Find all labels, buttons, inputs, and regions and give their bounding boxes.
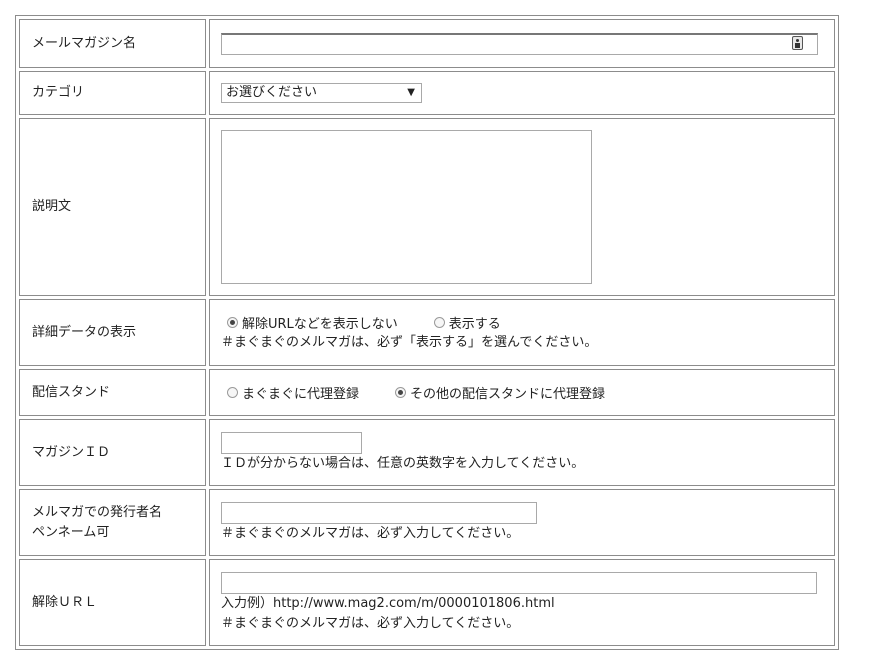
category-select[interactable]: お選びください ▼	[221, 83, 422, 103]
label-unsubscribe-url: 解除ＵＲＬ	[19, 559, 206, 646]
unsubscribe-url-example: 入力例）http://www.mag2.com/m/0000101806.htm…	[221, 595, 555, 611]
label-detail-display: 詳細データの表示	[19, 299, 206, 366]
distribution-stand-options: まぐまぐに代理登録 その他の配信スタンドに代理登録	[221, 383, 818, 403]
row-magazine-id: マガジンＩＤ ＩＤが分からない場合は、任意の英数字を入力してください。	[19, 419, 835, 486]
label-category: カテゴリ	[19, 71, 206, 115]
unsubscribe-url-input[interactable]	[221, 571, 817, 594]
row-detail-display: 詳細データの表示 解除URLなどを表示しない 表示する ＃まぐまぐのメルマガは、…	[19, 299, 835, 366]
magazine-id-note: ＩＤが分からない場合は、任意の英数字を入力してください。	[221, 455, 585, 471]
radio-mag2-proxy-label[interactable]: まぐまぐに代理登録	[242, 383, 359, 402]
cell-unsubscribe-url: 入力例）http://www.mag2.com/m/0000101806.htm…	[209, 559, 835, 646]
radio-mag2-proxy[interactable]	[227, 387, 238, 398]
label-description: 説明文	[19, 118, 206, 296]
contact-card-icon[interactable]	[792, 35, 803, 50]
cell-publisher-name: ＃まぐまぐのメルマガは、必ず入力してください。	[209, 489, 835, 556]
label-publisher-name: メルマガでの発行者名 ペンネーム可	[19, 489, 206, 556]
magazine-id-input[interactable]	[221, 431, 362, 454]
row-distribution-stand: 配信スタンド まぐまぐに代理登録 その他の配信スタンドに代理登録	[19, 369, 835, 416]
category-selected-value: お選びください	[226, 85, 318, 100]
row-category: カテゴリ お選びください ▼	[19, 71, 835, 115]
chevron-down-icon: ▼	[407, 87, 415, 98]
label-publisher-name-line1: メルマガでの発行者名	[32, 504, 163, 520]
label-magazine-name: メールマガジン名	[19, 19, 206, 68]
detail-display-options: 解除URLなどを表示しない 表示する	[221, 313, 818, 333]
detail-display-note: ＃まぐまぐのメルマガは、必ず「表示する」を選んでください。	[221, 334, 598, 350]
radio-other-stand-proxy[interactable]	[395, 387, 407, 398]
magazine-name-wrap	[221, 32, 818, 55]
cell-category: お選びください ▼	[209, 71, 835, 115]
radio-other-stand-proxy-label[interactable]: その他の配信スタンドに代理登録	[410, 383, 605, 402]
label-publisher-name-line2: ペンネーム可	[32, 524, 110, 540]
label-distribution-stand: 配信スタンド	[19, 369, 206, 416]
cell-detail-display: 解除URLなどを表示しない 表示する ＃まぐまぐのメルマガは、必ず「表示する」を…	[209, 299, 835, 366]
cell-magazine-id: ＩＤが分からない場合は、任意の英数字を入力してください。	[209, 419, 835, 486]
row-publisher-name: メルマガでの発行者名 ペンネーム可 ＃まぐまぐのメルマガは、必ず入力してください…	[19, 489, 835, 556]
unsubscribe-url-note: ＃まぐまぐのメルマガは、必ず入力してください。	[221, 615, 520, 631]
radio-hide-details[interactable]	[227, 317, 238, 328]
publisher-name-note: ＃まぐまぐのメルマガは、必ず入力してください。	[221, 525, 520, 541]
row-magazine-name: メールマガジン名	[19, 19, 835, 68]
radio-show-details[interactable]	[433, 317, 445, 328]
radio-hide-details-label[interactable]: 解除URLなどを表示しない	[242, 313, 398, 332]
cell-distribution-stand: まぐまぐに代理登録 その他の配信スタンドに代理登録	[209, 369, 835, 416]
publisher-name-input[interactable]	[221, 501, 537, 524]
description-textarea[interactable]	[221, 130, 592, 284]
cell-magazine-name	[209, 19, 835, 68]
row-description: 説明文	[19, 118, 835, 296]
magazine-name-input[interactable]	[221, 32, 818, 55]
magazine-registration-form: メールマガジン名 カテゴリ お選びください ▼ 説明文 詳細データの表示 解除U…	[15, 15, 839, 650]
row-unsubscribe-url: 解除ＵＲＬ 入力例）http://www.mag2.com/m/00001018…	[19, 559, 835, 646]
label-magazine-id: マガジンＩＤ	[19, 419, 206, 486]
cell-description	[209, 118, 835, 296]
radio-show-details-label[interactable]: 表示する	[449, 313, 501, 332]
